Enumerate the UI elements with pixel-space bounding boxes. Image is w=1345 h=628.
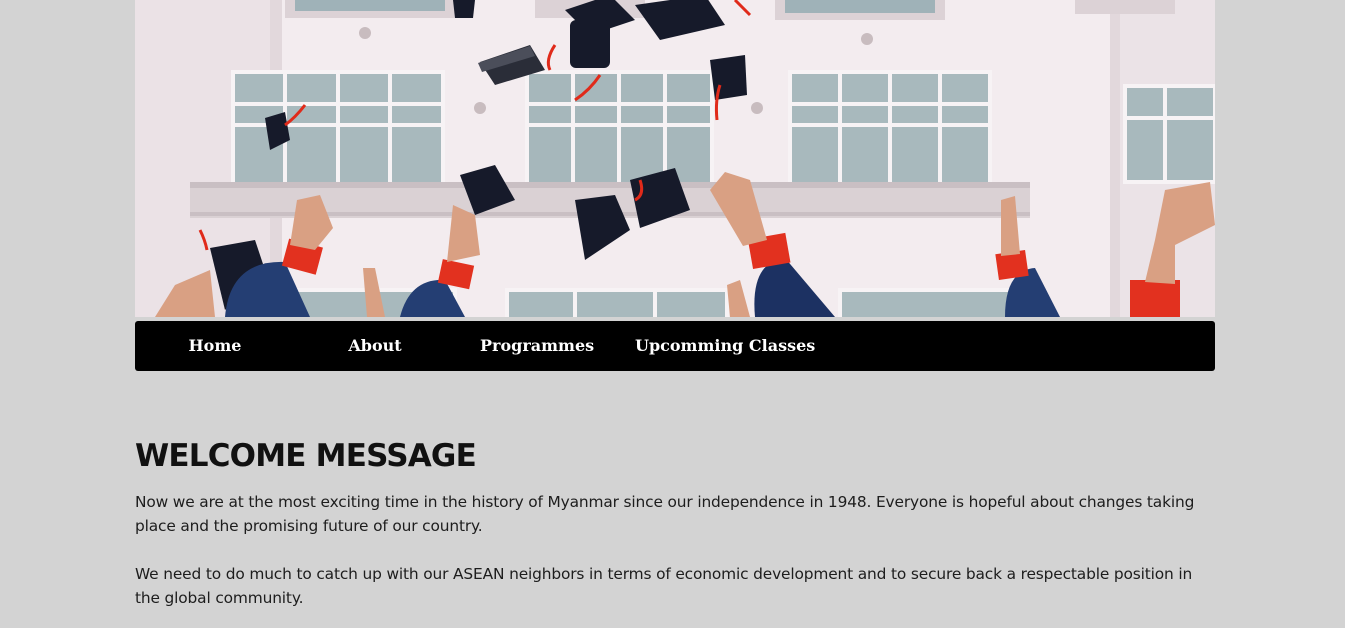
graduation-caps-photo [135,0,1215,317]
main-nav: Home About Programmes Upcomming Classes [135,321,1215,371]
nav-item-about[interactable]: About [325,321,425,371]
hero-image [135,0,1215,317]
nav-item-upcoming-classes[interactable]: Upcomming Classes [635,321,815,371]
nav-item-home[interactable]: Home [165,321,265,371]
welcome-paragraph-1: Now we are at the most exciting time in … [135,493,1195,535]
welcome-paragraph-2: We need to do much to catch up with our … [135,565,1193,607]
nav-item-programmes[interactable]: Programmes [480,321,594,371]
welcome-title: WELCOME MESSAGE [135,438,477,474]
